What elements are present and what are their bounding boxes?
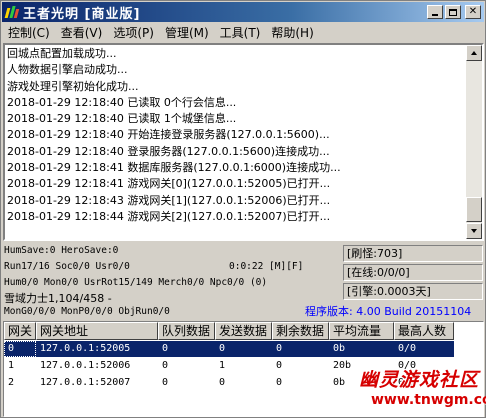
cell-send: 0	[219, 343, 226, 354]
refresh-count: [刷怪:703]	[347, 247, 403, 260]
log-line: 回城点配置加载成功...	[7, 47, 117, 60]
cell-gateway: 0	[4, 341, 36, 357]
title-bar[interactable]: 王者光明 [商业版] ✕	[2, 2, 484, 22]
col-send-data[interactable]: 发送数据	[215, 322, 272, 340]
cell-address: 127.0.0.1:52005	[40, 343, 131, 354]
col-gateway-address[interactable]: 网关地址	[36, 322, 158, 340]
menu-view[interactable]: 查看(V)	[55, 24, 108, 41]
log-line: 游戏处理引擎初始化成功...	[7, 79, 139, 93]
cell-queue: 0	[162, 360, 169, 371]
watermark: 幽灵游戏社区 www.tnwgm.com	[353, 364, 486, 416]
menu-bar: 控制(C) 查看(V) 选项(P) 管理(M) 工具(T) 帮助(H)	[2, 23, 484, 42]
menu-tools[interactable]: 工具(T)	[214, 24, 266, 41]
cell-queue: 0	[162, 377, 169, 388]
window-title: 王者光明 [商业版]	[23, 6, 141, 22]
status-mon-line: MonG0/0/0 MonP0/0/0 ObjRun0/0	[4, 306, 170, 317]
minimize-icon	[432, 14, 438, 16]
log-panel[interactable]: 回城点配置加载成功... 人物数据引擎启动成功... 游戏处理引擎初始化成功..…	[3, 43, 484, 241]
watermark-title: 幽灵游戏社区	[359, 369, 480, 391]
table-header: 网关 网关地址 队列数据 发送数据 剩余数据 平均流量 最高人数	[4, 322, 454, 340]
menu-help[interactable]: 帮助(H)	[265, 24, 318, 41]
status-run-line: Run17/16 Soc0/0 Usr0/0	[4, 261, 130, 272]
menu-options[interactable]: 选项(P)	[107, 24, 159, 41]
log-scrollbar[interactable]	[466, 45, 482, 239]
arrow-up-icon	[471, 51, 477, 55]
maximize-icon	[449, 8, 457, 16]
cell-queue: 0	[162, 343, 169, 354]
engine-uptime: [引擎:0.0003天]	[347, 285, 431, 298]
minimize-button[interactable]	[427, 5, 443, 19]
online-count-box: [在线:0/0/0]	[343, 264, 483, 281]
menu-manage[interactable]: 管理(M)	[159, 24, 214, 41]
cell-remaining: 0	[276, 360, 283, 371]
col-max-users[interactable]: 最高人数	[394, 322, 454, 340]
status-monster-line: 雪域力士1,104/458 -	[4, 292, 112, 305]
log-line: 2018-01-29 12:18:40 开始连接登录服务器(127.0.0.1:…	[7, 128, 330, 142]
cell-address: 127.0.0.1:52006	[40, 360, 131, 371]
cell-remaining: 0	[276, 343, 283, 354]
cell-gateway: 2	[8, 377, 15, 388]
online-count: [在线:0/0/0]	[347, 266, 410, 279]
col-remaining-data[interactable]: 剩余数据	[272, 322, 329, 340]
close-button[interactable]: ✕	[465, 5, 481, 19]
status-save-line: HumSave:0 HeroSave:0	[4, 245, 119, 256]
log-line: 2018-01-29 12:18:40 登录服务器(127.0.0.1:5600…	[7, 144, 330, 158]
log-line: 2018-01-29 12:18:40 已读取 1个城堡信息...	[7, 112, 237, 126]
watermark-url: www.tnwgm.com	[371, 392, 486, 408]
log-line: 2018-01-29 12:18:41 游戏网关[0](127.0.0.1:52…	[7, 177, 331, 191]
col-queue-data[interactable]: 队列数据	[158, 322, 215, 340]
server-window: 王者光明 [商业版] ✕ 控制(C) 查看(V) 选项(P) 管理(M) 工具(…	[0, 0, 486, 418]
scroll-down-button[interactable]	[466, 223, 482, 239]
table-row[interactable]: 0 127.0.0.1:52005 0 0 0 0b 0/0	[4, 341, 454, 357]
cell-gateway: 1	[8, 360, 15, 371]
scroll-up-button[interactable]	[466, 45, 482, 61]
col-avg-traffic[interactable]: 平均流量	[329, 322, 394, 340]
log-line: 人物数据引擎启动成功...	[7, 63, 128, 77]
scroll-thumb[interactable]	[466, 197, 482, 222]
cell-send: 0	[219, 377, 226, 388]
status-time: 0:0:22 [M][F]	[229, 261, 304, 272]
maximize-button[interactable]	[445, 5, 461, 19]
cell-avg-traffic: 0b	[333, 343, 346, 354]
menu-control[interactable]: 控制(C)	[2, 24, 55, 41]
version-label: 程序版本: 4.00 Build 20151104	[305, 305, 472, 318]
cell-max-users: 0/0	[398, 343, 417, 354]
cell-address: 127.0.0.1:52007	[40, 377, 131, 388]
cell-send: 1	[219, 360, 226, 371]
cell-remaining: 0	[276, 377, 283, 388]
log-line: 2018-01-29 12:18:41 数据库服务器(127.0.0.1:600…	[7, 161, 341, 175]
status-hum-line: Hum0/0 Mon0/0 UsrRot15/149 Merch0/0 Npc0…	[4, 277, 268, 288]
app-logo-icon	[4, 5, 20, 19]
log-line: 2018-01-29 12:18:43 游戏网关[1](127.0.0.1:52…	[7, 193, 331, 207]
close-icon: ✕	[468, 6, 478, 17]
status-panel: HumSave:0 HeroSave:0 Run17/16 Soc0/0 Usr…	[3, 242, 484, 320]
arrow-down-icon	[471, 229, 477, 233]
col-gateway[interactable]: 网关	[4, 322, 36, 340]
log-lines: 回城点配置加载成功... 人物数据引擎启动成功... 游戏处理引擎初始化成功..…	[7, 46, 437, 225]
refresh-count-box: [刷怪:703]	[343, 245, 483, 262]
engine-uptime-box: [引擎:0.0003天]	[343, 283, 483, 300]
log-line: 2018-01-29 12:18:40 已读取 0个行会信息...	[7, 95, 237, 109]
log-line: 2018-01-29 12:18:44 游戏网关[2](127.0.0.1:52…	[7, 209, 331, 223]
